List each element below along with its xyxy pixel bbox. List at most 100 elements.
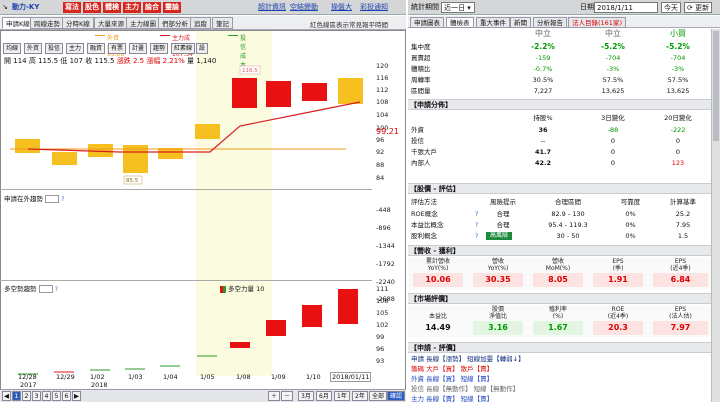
- cost-legend: 外資成本 93.08 主力成本 107.34 投信成本 --: [0, 31, 406, 76]
- tab-main-force[interactable]: 主力線圖: [126, 17, 160, 29]
- candle-0109: [266, 81, 291, 107]
- page-1[interactable]: 1: [12, 391, 21, 401]
- candle-0111: [338, 78, 363, 104]
- candle-0104: [158, 148, 183, 159]
- panel2-title: 申請在外趨勢 ?: [4, 195, 65, 203]
- period-select[interactable]: 近一日 ▾: [441, 2, 475, 13]
- dist-row: 內部人 42.2 0 123: [411, 159, 685, 167]
- tab-volume-source[interactable]: 大量來源: [94, 17, 128, 29]
- right-scrollbar[interactable]: [711, 29, 720, 402]
- page-3[interactable]: 3: [32, 391, 41, 401]
- page-5[interactable]: 5: [52, 391, 61, 401]
- link-info[interactable]: 超計資訊: [258, 2, 286, 13]
- section-market-valuation: 【市場評價】: [408, 293, 711, 304]
- tab-major-events[interactable]: 重大事件: [476, 17, 510, 28]
- page-6[interactable]: 6: [62, 391, 71, 401]
- page-4[interactable]: 4: [42, 391, 51, 401]
- toggle-red-line[interactable]: 紅素線: [171, 43, 196, 54]
- tool-button-write[interactable]: 寫法: [63, 2, 81, 13]
- link-change[interactable]: 空結變動: [290, 2, 318, 13]
- range-all[interactable]: 全部: [369, 391, 388, 401]
- main-force-line: [27, 101, 361, 153]
- refresh-button[interactable]: ⟳ 更新: [684, 2, 713, 13]
- revenue-table: 累計營收 YoY(%) 營收 YoY(%) 營收 MoM(%) EPS (季) …: [408, 257, 711, 289]
- candle-0110: [302, 83, 327, 101]
- stat-row: 體積比 -0.7% -3% -3%: [411, 65, 685, 73]
- zoom-in-icon[interactable]: ＋: [268, 391, 281, 401]
- range-6m[interactable]: 6月: [316, 391, 332, 401]
- section-chip-review: 【申請 - 評價】: [408, 342, 711, 353]
- tab-chip-chart[interactable]: 申請圖表: [410, 17, 444, 28]
- tab-institutions[interactable]: 法人目錄(161家): [568, 17, 626, 28]
- jump-icon[interactable]: ↘: [2, 2, 8, 13]
- range-3m[interactable]: 3月: [298, 391, 314, 401]
- help-icon[interactable]: ?: [475, 231, 478, 241]
- toggle-trust[interactable]: 投信: [45, 43, 64, 54]
- tab-health-check[interactable]: 體檢表: [446, 17, 474, 28]
- help-icon[interactable]: ?: [475, 220, 478, 230]
- help-icon[interactable]: ?: [61, 195, 64, 203]
- tab-notes[interactable]: 筆記: [212, 17, 233, 29]
- toggle-foreign[interactable]: 外資: [24, 43, 43, 54]
- page-prev-icon[interactable]: ◀: [2, 391, 11, 401]
- stock-name[interactable]: 動力-KY: [12, 2, 39, 13]
- tab-reports[interactable]: 分析報告: [533, 17, 567, 28]
- confirm-button[interactable]: 確認: [387, 391, 406, 401]
- date-input[interactable]: 2018/1/11: [594, 2, 658, 13]
- range-2y[interactable]: 2年: [352, 391, 368, 401]
- panel2-selector[interactable]: [45, 195, 59, 203]
- legend-foreign-cost: 外資成本 93.08: [95, 32, 124, 58]
- right-tabs: 申請圖表 體檢表 重大事件 新聞 分析報告 法人目錄(161家): [408, 16, 720, 28]
- tool-button-color[interactable]: 股色: [83, 2, 101, 13]
- toggle-plan[interactable]: 計畫: [129, 43, 148, 54]
- valuation-row: ROE概念 ? 合理 82.9 - 130 0% 25.2: [411, 209, 691, 219]
- tab-intraday[interactable]: 分時K線: [62, 17, 94, 29]
- range-1y[interactable]: 1年: [334, 391, 350, 401]
- section-valuation: 【股價 - 評估】: [408, 183, 711, 194]
- toggle-ma[interactable]: 均線: [3, 43, 22, 54]
- valuation-header-row: 評估方法 風險提示 合理區間 可靠度 計算基準: [411, 198, 696, 206]
- toggle-margin[interactable]: 融資: [87, 43, 106, 54]
- tab-branch-analysis[interactable]: 們部分析: [158, 17, 192, 29]
- page-next-icon[interactable]: ▶: [72, 391, 81, 401]
- stat-header-row: 中立 中立 小買: [535, 29, 686, 38]
- page-2[interactable]: 2: [22, 391, 31, 401]
- candlestick-chart[interactable]: 116.5 85.5: [0, 64, 406, 189]
- dist-row: 投信 -- 0 0: [411, 137, 681, 145]
- period-label: 統計期間: [411, 3, 439, 11]
- tab-cross-line[interactable]: 跨線走勢: [30, 17, 64, 29]
- stat-row: 集中度 -2.2% -5.2% -5.2%: [411, 42, 690, 51]
- tool-button-main[interactable]: 主力: [123, 2, 141, 13]
- review-line: 投信 長線【無動作】 短線【無動作】: [411, 385, 520, 393]
- stat-row: 買賣超 -159 -704 -704: [411, 54, 686, 62]
- scrollbar-thumb[interactable]: [713, 31, 719, 141]
- tool-button-comment[interactable]: 靈論: [163, 2, 181, 13]
- tab-k-line[interactable]: 申請K線: [2, 17, 34, 29]
- market-table: 本益比 股價 淨值比 殖利率 (%) ROE (近4季) EPS (法人估) 1…: [408, 305, 711, 337]
- section-revenue: 【營收 - 獲利】: [408, 245, 711, 256]
- right-toolbar: 統計期間 近一日 ▾ 日期 2018/1/11 今天 ⟳ 更新: [408, 0, 720, 15]
- risk-badge: 高風險: [486, 232, 513, 240]
- zoom-out-icon[interactable]: －: [281, 391, 294, 401]
- tab-news[interactable]: 新聞: [510, 17, 531, 28]
- legend-trust-cost: 投信成本 --: [228, 32, 246, 76]
- candle-0108: [232, 78, 257, 108]
- settings-button[interactable]: 設: [196, 43, 209, 54]
- today-button[interactable]: 今天: [661, 2, 681, 13]
- tool-button-check[interactable]: 體検: [103, 2, 121, 13]
- toggle-main[interactable]: 主力: [66, 43, 85, 54]
- toggle-ticket[interactable]: 有票: [108, 43, 127, 54]
- toggle-trend[interactable]: 趨勢: [150, 43, 169, 54]
- link-board[interactable]: 操盤大: [331, 2, 352, 13]
- dist-header-row: 持股% 3日變化 20日變化: [533, 114, 692, 122]
- tab-track[interactable]: 追蹤: [190, 17, 211, 29]
- low-marker: 85.5: [126, 178, 139, 184]
- help-icon[interactable]: ?: [475, 209, 478, 219]
- tool-button-discuss[interactable]: 論合: [143, 2, 161, 13]
- link-notice[interactable]: 彩投通知: [360, 2, 388, 13]
- valuation-row: 股利概念 ? 高風險 30 - 50 0% 1.5: [411, 231, 689, 241]
- health-panel: 中立 中立 小買 集中度 -2.2% -5.2% -5.2% 買賣超 -159 …: [408, 29, 711, 402]
- candle-0105: [195, 124, 220, 139]
- candle-1229: [52, 152, 77, 165]
- pane-divider-2: [0, 280, 372, 281]
